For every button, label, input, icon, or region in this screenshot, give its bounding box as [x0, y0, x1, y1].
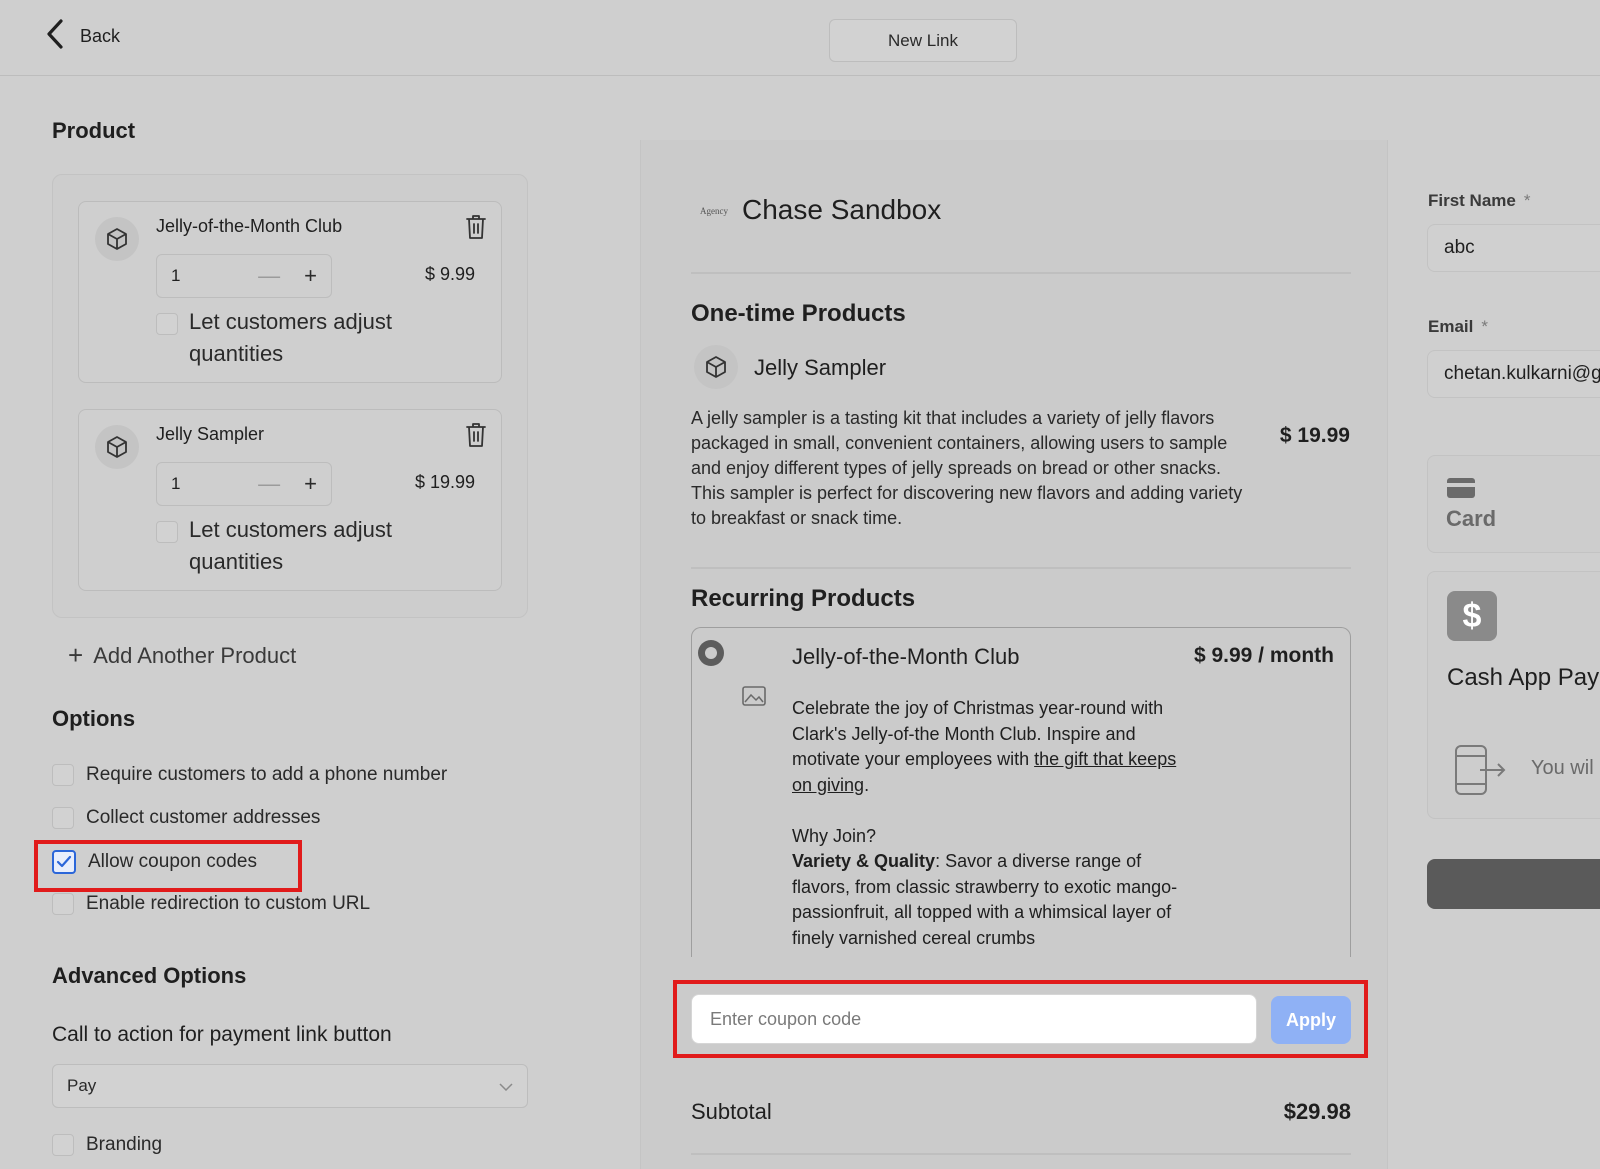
subtotal-label: Subtotal [691, 1099, 772, 1124]
divider [691, 1153, 1351, 1155]
apply-button[interactable]: Apply [1271, 996, 1351, 1044]
cta-value: Pay [67, 1076, 97, 1095]
product-price: $ 9.99 [424, 264, 475, 284]
option-allow-coupons[interactable]: Allow coupon codes [52, 850, 257, 874]
first-name-input[interactable]: abc [1427, 224, 1600, 272]
option-require-phone[interactable]: Require customers to add a phone number [52, 764, 447, 786]
minus-icon[interactable]: — [258, 263, 280, 289]
image-placeholder-icon [742, 686, 766, 711]
quantity-value[interactable]: 1 [171, 266, 258, 286]
quantity-value[interactable]: 1 [171, 474, 258, 494]
back-label: Back [80, 26, 121, 46]
cash-app-icon: $ [1447, 591, 1497, 641]
option-branding[interactable]: Branding [52, 1134, 162, 1156]
quantity-stepper[interactable]: 1 — + [156, 254, 332, 298]
desc-text-end: . [864, 774, 870, 795]
cash-app-label: Cash App Pay [1447, 664, 1600, 691]
box-icon [694, 345, 738, 389]
add-product-label: Add Another Product [93, 642, 297, 668]
product-card: Jelly Sampler 1 — + $ 19.99 Let customer… [78, 409, 502, 591]
recurring-product-description: Celebrate the joy of Christmas year-roun… [792, 696, 1192, 951]
radio-button[interactable] [698, 640, 724, 666]
option-label: Require customers to add a phone number [86, 764, 448, 785]
option-checkbox[interactable] [52, 1134, 74, 1156]
adjust-quantities-checkbox[interactable] [156, 521, 178, 543]
option-label: Enable redirection to custom URL [86, 893, 371, 914]
variety-heading: Variety & Quality [792, 851, 936, 871]
box-icon [95, 425, 139, 469]
option-checkbox[interactable] [52, 807, 74, 829]
adjust-quantities-label: Let customers adjust quantities [189, 517, 392, 574]
option-collect-addresses[interactable]: Collect customer addresses [52, 807, 320, 829]
recurring-product-card: Jelly-of-the-Month Club $ 9.99 / month C… [691, 627, 1351, 957]
minus-icon[interactable]: — [258, 471, 280, 497]
options-section-title: Options [52, 706, 136, 731]
recurring-product-name: Jelly-of-the-Month Club [792, 644, 1020, 669]
option-label: Collect customer addresses [86, 807, 321, 828]
pay-button[interactable] [1427, 859, 1600, 909]
box-icon [95, 217, 139, 261]
advanced-section-title: Advanced Options [52, 963, 247, 988]
checkmark-icon[interactable] [52, 850, 76, 874]
chevron-down-icon [499, 1076, 513, 1096]
credit-card-icon [1447, 478, 1475, 503]
adjust-quantities-label: Let customers adjust quantities [189, 309, 392, 366]
tab-new-link[interactable]: New Link [829, 19, 1017, 62]
cash-app-note: You wil [1531, 757, 1594, 779]
option-label: Allow coupon codes [88, 851, 257, 872]
adjust-quantities-checkbox[interactable] [156, 313, 178, 335]
option-label: Branding [86, 1134, 163, 1155]
card-payment-option[interactable]: Card [1427, 455, 1600, 553]
plus-icon[interactable]: + [304, 471, 317, 497]
email-input[interactable]: chetan.kulkarni@g [1427, 350, 1600, 398]
back-button[interactable]: Back [44, 18, 120, 55]
card-label: Card [1446, 506, 1497, 531]
plus-icon[interactable]: + [304, 263, 317, 289]
merchant-logo: Agency [700, 206, 728, 216]
one-time-title: One-time Products [691, 300, 906, 327]
option-checkbox[interactable] [52, 893, 74, 915]
why-join-heading: Why Join? [792, 825, 877, 846]
recurring-title: Recurring Products [691, 585, 916, 612]
product-price: $ 19.99 [414, 472, 475, 492]
trash-icon[interactable] [465, 422, 487, 453]
add-product-button[interactable]: + Add Another Product [68, 640, 296, 671]
divider [691, 567, 1351, 569]
subtotal-value: $29.98 [1283, 1099, 1351, 1124]
chevron-left-icon [44, 18, 66, 55]
product-card: Jelly-of-the-Month Club 1 — + $ 9.99 Let… [78, 201, 502, 383]
first-name-label: First Name * [1428, 191, 1531, 210]
cta-select[interactable]: Pay [52, 1064, 528, 1108]
quantity-stepper[interactable]: 1 — + [156, 462, 332, 506]
one-time-product-description: A jelly sampler is a tasting kit that in… [691, 408, 1243, 528]
trash-icon[interactable] [465, 214, 487, 245]
cta-label: Call to action for payment link button [52, 1023, 392, 1046]
divider [691, 272, 1351, 274]
plus-icon: + [68, 640, 84, 670]
coupon-input[interactable]: Enter coupon code [691, 994, 1257, 1044]
product-name: Jelly-of-the-Month Club [156, 216, 343, 236]
product-section-title: Product [52, 118, 136, 143]
top-bar [0, 0, 1600, 76]
phone-redirect-icon [1452, 742, 1508, 803]
one-time-product-price: $ 19.99 [1279, 424, 1350, 447]
merchant-name: Chase Sandbox [742, 194, 942, 225]
option-redirect-url[interactable]: Enable redirection to custom URL [52, 893, 370, 915]
recurring-product-price: $ 9.99 / month [1193, 644, 1334, 667]
product-name: Jelly Sampler [156, 424, 265, 444]
one-time-product-name: Jelly Sampler [754, 355, 887, 380]
cash-app-payment-option[interactable]: $ Cash App Pay You wil [1427, 571, 1600, 819]
option-checkbox[interactable] [52, 764, 74, 786]
email-label: Email * [1428, 317, 1488, 336]
